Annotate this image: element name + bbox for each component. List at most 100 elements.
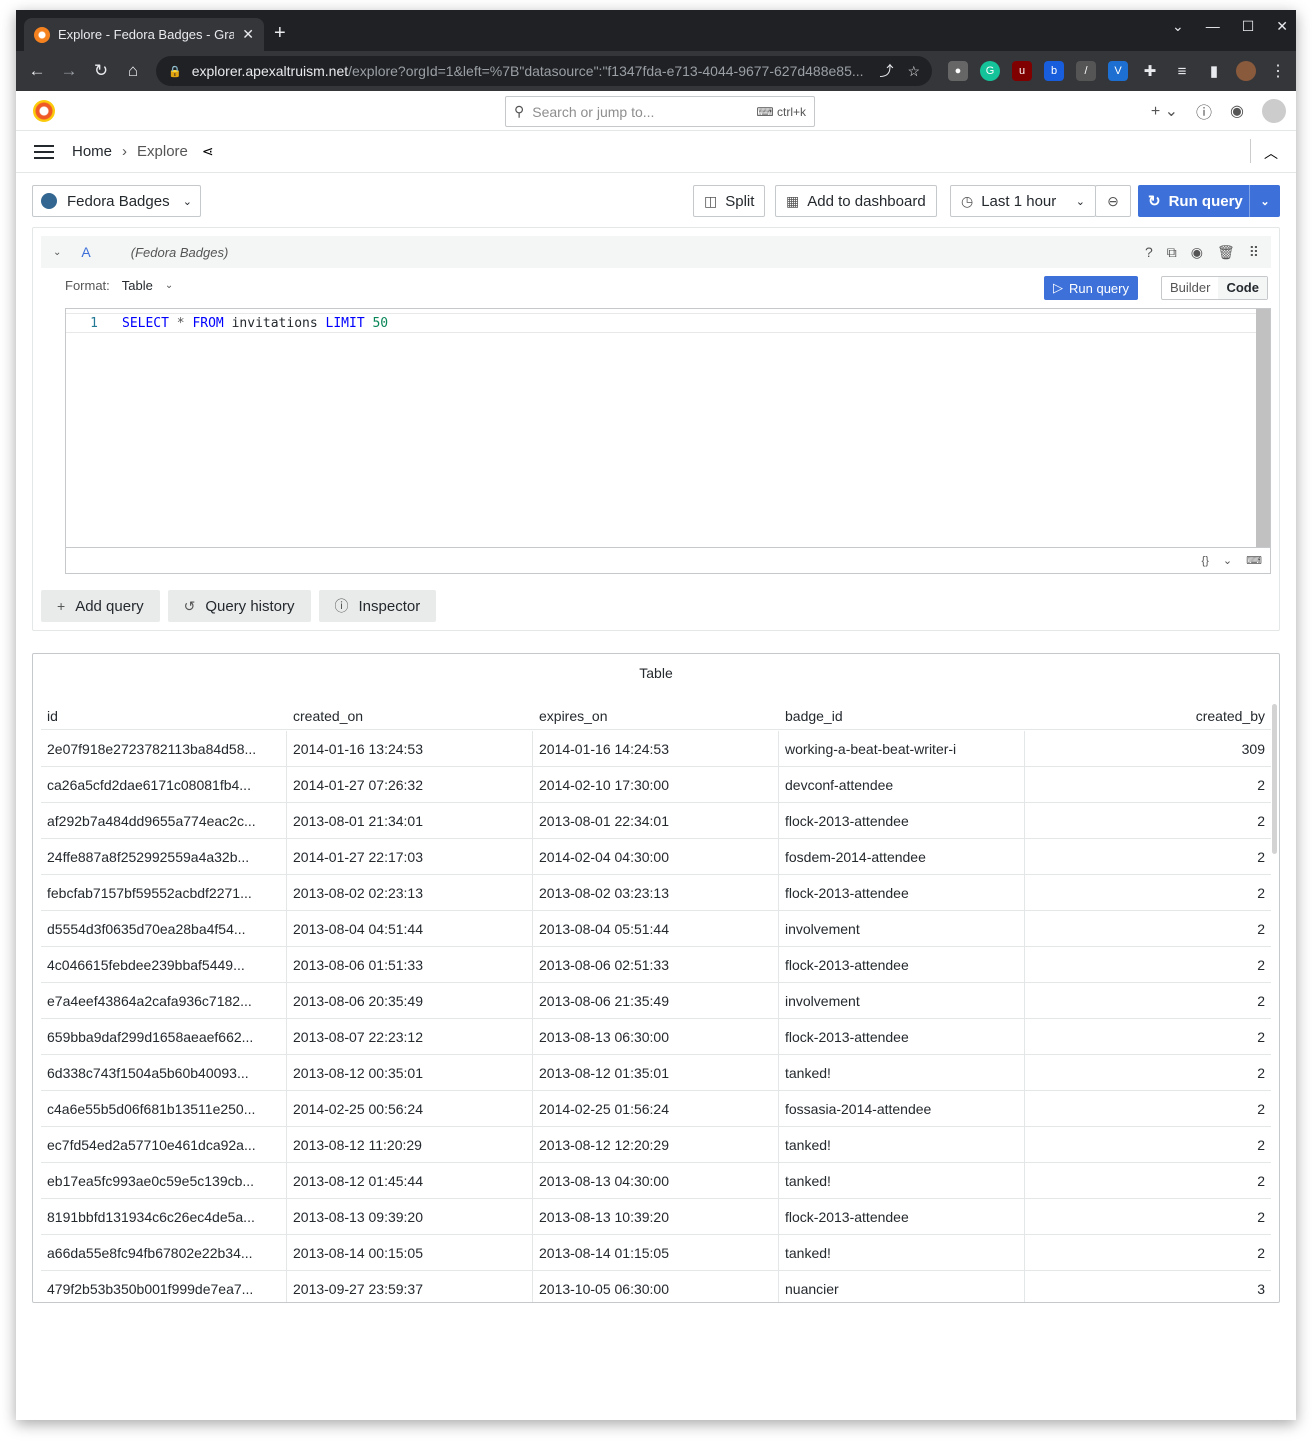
new-menu-button[interactable]: + ⌄ — [1151, 101, 1178, 121]
split-button[interactable]: ◫ Split — [693, 185, 766, 217]
table-row[interactable]: 2e07f918e2723782113ba84d58... 2014-01-16 … — [41, 731, 1271, 767]
inspector-button[interactable]: ⓘ Inspector — [318, 590, 437, 622]
search-input[interactable]: ⚲ Search or jump to... ⌨ ctrl+k — [505, 96, 815, 127]
refresh-interval-dropdown[interactable]: ⌄ — [1250, 195, 1280, 208]
column-header-created-by[interactable]: created_by — [1025, 702, 1271, 729]
minimize-icon[interactable]: — — [1206, 18, 1220, 35]
apps-grid-icon: ▦ — [786, 192, 800, 209]
delete-query-trash-icon[interactable]: 🗑 — [1217, 244, 1235, 261]
time-range-label: Last 1 hour — [981, 192, 1057, 210]
share-icon[interactable]: ⋖ — [202, 143, 214, 160]
table-cell: tanked! — [779, 1235, 1025, 1270]
code-mode-tab[interactable]: Code — [1218, 277, 1267, 299]
table-row[interactable]: 659bba9daf299d1658aeaef662... 2013-08-07 … — [41, 1019, 1271, 1055]
media-control-icon[interactable]: ≡ — [1172, 61, 1192, 81]
home-icon[interactable]: ⌂ — [120, 57, 146, 85]
table-row[interactable]: 8191bbfd131934c6c26ec4de5a... 2013-08-13 … — [41, 1199, 1271, 1235]
lock-icon[interactable]: 🔒 — [168, 65, 182, 78]
table-row[interactable]: 24ffe887a8f252992559a4a32b... 2014-01-27 … — [41, 839, 1271, 875]
reload-icon[interactable]: ↻ — [88, 57, 114, 85]
share-page-icon[interactable]: ⤴ — [879, 61, 893, 81]
back-icon[interactable]: ← — [24, 57, 50, 85]
maximize-icon[interactable]: ☐ — [1242, 18, 1255, 35]
collapse-header-icon[interactable]: ︿ — [1264, 143, 1278, 163]
run-query-button[interactable]: ↻ Run query ⌄ — [1138, 185, 1280, 217]
table-row[interactable]: 6d338c743f1504a5b60b40093... 2013-08-12 0… — [41, 1055, 1271, 1091]
address-bar[interactable]: 🔒 explorer.apexaltruism.net/explore?orgI… — [156, 56, 932, 86]
help-icon[interactable]: ⓘ — [1196, 99, 1212, 123]
table-row[interactable]: ca26a5cfd2dae6171c08081fb4... 2014-01-27 … — [41, 767, 1271, 803]
extension-vpn-icon[interactable]: V — [1108, 61, 1128, 81]
table-row[interactable]: eb17ea5fc993ae0c59e5c139cb... 2013-08-12 … — [41, 1163, 1271, 1199]
split-icon: ◫ — [704, 192, 718, 209]
extension-bitwarden-icon[interactable]: b — [1044, 61, 1064, 81]
browser-tab[interactable]: Explore - Fedora Badges - Grafana ✕ — [24, 18, 264, 51]
table-row[interactable]: d5554d3f0635d70ea28ba4f54... 2013-08-04 0… — [41, 911, 1271, 947]
table-cell: 2013-08-07 22:23:12 — [287, 1019, 533, 1054]
time-range-picker[interactable]: ◷ Last 1 hour ⌄ — [950, 185, 1096, 217]
table-cell: a66da55e8fc94fb67802e22b34... — [41, 1235, 287, 1270]
new-tab-icon[interactable]: + — [274, 22, 286, 45]
menu-hamburger-icon[interactable] — [34, 144, 54, 159]
column-header-created-on[interactable]: created_on — [287, 702, 533, 729]
table-row[interactable]: 479f2b53b350b001f999de7ea7... 2013-09-27 … — [41, 1271, 1271, 1302]
table-row[interactable]: c4a6e55b5d06f681b13511e250... 2014-02-25 … — [41, 1091, 1271, 1127]
collapse-query-icon[interactable]: ⌄ — [53, 247, 61, 258]
bookmark-star-icon[interactable]: ☆ — [907, 63, 920, 80]
add-query-button[interactable]: + Add query — [41, 590, 160, 622]
sql-code-editor[interactable]: 1 SELECT * FROM invitations LIMIT 50 {} … — [65, 308, 1271, 574]
column-header-id[interactable]: id — [41, 702, 287, 729]
extensions-puzzle-icon[interactable]: ✚ — [1140, 61, 1160, 81]
format-code-icon[interactable]: {} — [1202, 555, 1209, 567]
table-cell: 2014-01-16 14:24:53 — [533, 731, 779, 766]
table-cell: flock-2013-attendee — [779, 1199, 1025, 1234]
side-panel-icon[interactable]: ▮ — [1204, 61, 1224, 81]
breadcrumb-home[interactable]: Home — [72, 143, 112, 160]
news-rss-icon[interactable]: ◉ — [1230, 101, 1244, 121]
format-selector[interactable]: Format: Table ⌄ — [65, 278, 173, 293]
builder-mode-tab[interactable]: Builder — [1162, 277, 1218, 299]
table-row[interactable]: 4c046615febdee239bbaf5449... 2013-08-06 0… — [41, 947, 1271, 983]
query-actions: + Add query ↺ Query history ⓘ Inspector — [41, 590, 437, 622]
table-scrollbar[interactable] — [1272, 704, 1277, 854]
query-ref-id[interactable]: A — [81, 244, 90, 260]
table-row[interactable]: febcfab7157bf59552acbdf2271... 2013-08-02… — [41, 875, 1271, 911]
hide-query-eye-icon[interactable]: ◉ — [1191, 244, 1203, 261]
table-row[interactable]: a66da55e8fc94fb67802e22b34... 2013-08-14 … — [41, 1235, 1271, 1271]
extension-owl-icon[interactable]: ● — [948, 61, 968, 81]
table-row[interactable]: ec7fd54ed2a57710e461dca92a... 2013-08-12 … — [41, 1127, 1271, 1163]
help-icon[interactable]: ? — [1145, 244, 1153, 261]
table-cell: working-a-beat-beat-writer-i — [779, 731, 1025, 766]
extension-picker-icon[interactable]: / — [1076, 61, 1096, 81]
user-avatar[interactable] — [1262, 99, 1286, 123]
duplicate-query-icon[interactable]: ⧉ — [1167, 244, 1177, 261]
table-row[interactable]: af292b7a484dd9655a774eac2c... 2013-08-01 … — [41, 803, 1271, 839]
tab-search-icon[interactable]: ⌄ — [1172, 18, 1184, 35]
profile-avatar-icon[interactable] — [1236, 61, 1256, 81]
keyboard-shortcuts-icon[interactable]: ⌨ — [1246, 554, 1262, 567]
zoom-out-button[interactable]: ⊖ — [1095, 185, 1131, 217]
query-run-button[interactable]: ▷ Run query — [1044, 276, 1138, 300]
chevron-down-icon[interactable]: ⌄ — [1223, 554, 1232, 567]
table-row[interactable]: e7a4eef43864a2cafa936c7182... 2013-08-06 … — [41, 983, 1271, 1019]
column-header-expires-on[interactable]: expires_on — [533, 702, 779, 729]
table-title: Table — [639, 665, 673, 681]
code-line[interactable]: 1 SELECT * FROM invitations LIMIT 50 — [66, 313, 1256, 333]
extension-ublock-icon[interactable]: u — [1012, 61, 1032, 81]
close-tab-icon[interactable]: ✕ — [242, 26, 254, 43]
forward-icon[interactable]: → — [56, 57, 82, 85]
add-to-dashboard-button[interactable]: ▦ Add to dashboard — [775, 185, 937, 217]
table-cell: 2014-01-27 22:17:03 — [287, 839, 533, 874]
column-header-badge-id[interactable]: badge_id — [779, 702, 1025, 729]
table-cell: 2014-02-04 04:30:00 — [533, 839, 779, 874]
browser-menu-icon[interactable]: ⋮ — [1268, 61, 1288, 81]
editor-scrollbar[interactable] — [1256, 309, 1270, 547]
datasource-picker[interactable]: Fedora Badges ⌄ — [32, 185, 201, 217]
query-history-button[interactable]: ↺ Query history — [167, 590, 311, 622]
browser-window: Explore - Fedora Badges - Grafana ✕ + ⌄ … — [16, 10, 1296, 1420]
close-window-icon[interactable]: ✕ — [1276, 18, 1288, 35]
drag-handle-icon[interactable]: ⠿ — [1249, 244, 1259, 261]
extension-grammarly-icon[interactable]: G — [980, 61, 1000, 81]
grafana-logo-icon[interactable] — [33, 100, 55, 122]
info-circle-icon: ⓘ — [334, 598, 349, 614]
